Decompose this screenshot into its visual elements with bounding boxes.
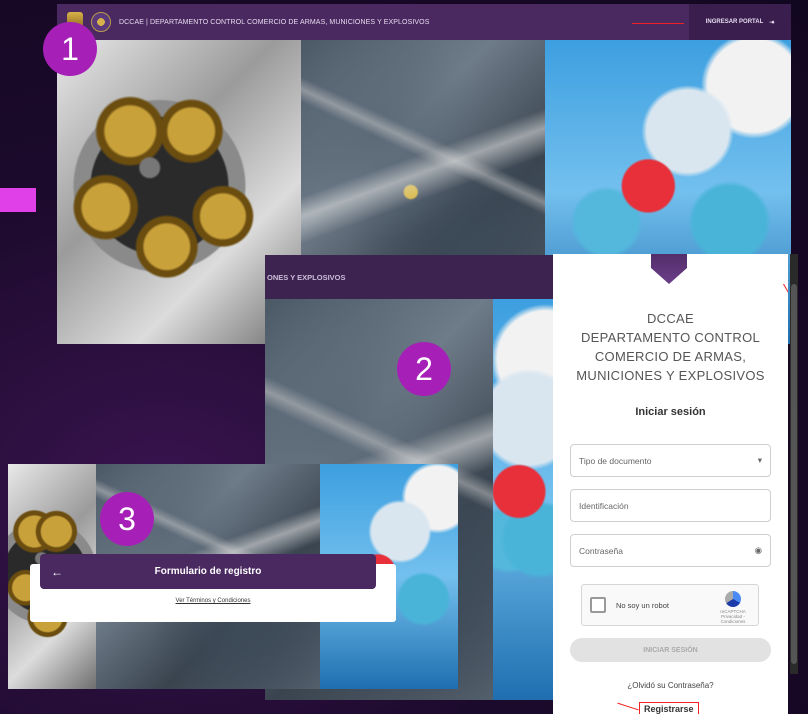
step-badge-1: 1 bbox=[43, 22, 97, 76]
decorative-square bbox=[0, 188, 36, 212]
forgot-password-link[interactable]: ¿Olvidó su Contraseña? bbox=[553, 681, 788, 690]
login-portal-label: INGRESAR PORTAL bbox=[705, 19, 764, 25]
annotation-red-line bbox=[632, 23, 684, 24]
register-link[interactable]: Registrarse bbox=[639, 702, 699, 714]
annotation-red-arrow bbox=[617, 702, 639, 711]
registration-screenshot: ← Formulario de registro Ver Términos y … bbox=[8, 464, 458, 689]
back-arrow-icon[interactable]: ← bbox=[40, 565, 74, 579]
site-title: DCCAE | DEPARTAMENTO CONTROL COMERCIO DE… bbox=[119, 18, 430, 26]
top-navbar: DCCAE | DEPARTAMENTO CONTROL COMERCIO DE… bbox=[57, 4, 791, 40]
login-heading: Iniciar sesión bbox=[635, 406, 706, 418]
terms-link[interactable]: Ver Términos y Condiciones bbox=[30, 598, 396, 604]
dccae-seal-icon bbox=[91, 12, 111, 32]
chevron-down-icon: ▾ bbox=[757, 455, 762, 465]
document-type-select[interactable]: Tipo de documento ▾ bbox=[570, 444, 771, 477]
scrollbar-thumb[interactable] bbox=[791, 284, 797, 664]
recaptcha-widget: No soy un robot reCAPTCHA Privacidad - C… bbox=[581, 584, 759, 626]
registration-title: Formulario de registro bbox=[154, 566, 262, 577]
dccae-shield-icon bbox=[651, 254, 687, 284]
step-badge-3: 3 bbox=[100, 492, 154, 546]
captcha-label: No soy un robot bbox=[616, 600, 669, 610]
lab-photo-zoomed bbox=[493, 299, 555, 700]
recaptcha-logo: reCAPTCHA Privacidad - Condiciones bbox=[718, 591, 748, 624]
scrollbar[interactable] bbox=[790, 254, 798, 674]
registration-header: ← Formulario de registro bbox=[40, 554, 376, 589]
login-portal-button[interactable]: INGRESAR PORTAL ⇥ bbox=[689, 4, 791, 40]
login-panel: DCCAE DEPARTAMENTO CONTROL COMERCIO DE A… bbox=[553, 254, 788, 714]
registration-card: ← Formulario de registro Ver Términos y … bbox=[30, 554, 396, 622]
identification-input[interactable]: Identificación bbox=[570, 489, 771, 522]
login-submit-button[interactable]: INICIAR SESIÓN bbox=[570, 638, 771, 662]
password-input[interactable]: Contraseña ◉ bbox=[570, 534, 771, 567]
step-badge-2: 2 bbox=[397, 342, 451, 396]
header-fragment: ONES Y EXPLOSIVOS bbox=[265, 255, 555, 299]
login-arrow-icon: ⇥ bbox=[769, 19, 775, 26]
recaptcha-icon bbox=[725, 591, 741, 607]
eye-icon[interactable]: ◉ bbox=[755, 545, 762, 556]
captcha-checkbox[interactable] bbox=[590, 597, 606, 613]
organization-name: DCCAE DEPARTAMENTO CONTROL COMERCIO DE A… bbox=[576, 311, 765, 383]
